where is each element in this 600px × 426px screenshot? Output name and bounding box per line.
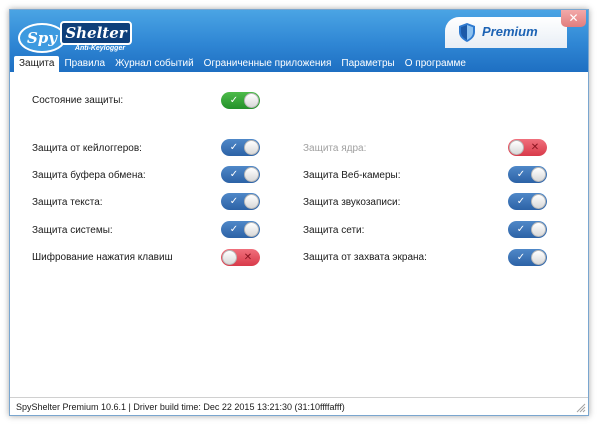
edition-label: Premium [482, 24, 538, 39]
main-window: Spy Shelter Anti-Keylogger Premium ✕ Защ… [9, 9, 589, 416]
screen-capture-protection-label: Защита от захвата экрана: [303, 252, 427, 263]
check-icon: ✓ [229, 142, 239, 153]
tab-bar: Защита Правила Журнал событий Ограниченн… [14, 56, 471, 72]
version-info: SpyShelter Premium 10.6.1 | Driver build… [16, 402, 345, 412]
toggle-knob [244, 222, 259, 237]
tab-about[interactable]: О программе [400, 56, 471, 72]
audio-protection-toggle[interactable]: ✓ [508, 193, 547, 210]
keylogger-protection-toggle[interactable]: ✓ [221, 139, 260, 156]
tab-protection[interactable]: Защита [14, 56, 60, 72]
screen-capture-protection-toggle[interactable]: ✓ [508, 249, 547, 266]
audio-protection-label: Защита звукозаписи: [303, 197, 401, 208]
logo-spy-text: Spy [18, 23, 66, 53]
text-protection-label: Защита текста: [32, 197, 103, 208]
check-icon: ✓ [516, 169, 526, 180]
toggle-knob [531, 194, 546, 209]
clipboard-protection-label: Защита буфера обмена: [32, 170, 146, 181]
tab-restricted-apps[interactable]: Ограниченные приложения [199, 56, 337, 72]
app-logo: Spy Shelter Anti-Keylogger [18, 21, 132, 55]
toggle-knob [244, 167, 259, 182]
system-protection-label: Защита системы: [32, 225, 113, 236]
cross-icon: ✕ [530, 142, 540, 153]
resize-grip-icon[interactable] [576, 403, 586, 413]
close-button[interactable]: ✕ [561, 10, 586, 27]
network-protection-toggle[interactable]: ✓ [508, 221, 547, 238]
status-bar: SpyShelter Premium 10.6.1 | Driver build… [10, 397, 588, 415]
check-icon: ✓ [229, 169, 239, 180]
check-icon: ✓ [516, 252, 526, 263]
keystroke-encryption-toggle[interactable]: ✕ [221, 249, 260, 266]
system-protection-toggle[interactable]: ✓ [221, 221, 260, 238]
text-protection-toggle[interactable]: ✓ [221, 193, 260, 210]
check-icon: ✓ [229, 95, 239, 106]
webcam-protection-label: Защита Веб-камеры: [303, 170, 401, 181]
toggle-knob [509, 140, 524, 155]
check-icon: ✓ [516, 196, 526, 207]
check-icon: ✓ [229, 224, 239, 235]
check-icon: ✓ [516, 224, 526, 235]
close-icon: ✕ [568, 11, 579, 25]
logo-shelter-text: Shelter [60, 21, 132, 45]
cross-icon: ✕ [243, 252, 253, 263]
network-protection-label: Защита сети: [303, 225, 365, 236]
toggle-knob [244, 93, 259, 108]
kernel-protection-toggle[interactable]: ✕ [508, 139, 547, 156]
clipboard-protection-toggle[interactable]: ✓ [221, 166, 260, 183]
toggle-knob [244, 140, 259, 155]
protection-status-toggle[interactable]: ✓ [221, 92, 260, 109]
tab-settings[interactable]: Параметры [336, 56, 399, 72]
toggle-knob [222, 250, 237, 265]
tab-event-log[interactable]: Журнал событий [110, 56, 199, 72]
keystroke-encryption-label: Шифрование нажатия клавиш [32, 252, 173, 263]
logo-subtitle: Anti-Keylogger [74, 45, 126, 52]
toggle-knob [531, 222, 546, 237]
check-icon: ✓ [229, 196, 239, 207]
tab-rules[interactable]: Правила [59, 56, 110, 72]
webcam-protection-toggle[interactable]: ✓ [508, 166, 547, 183]
toggle-knob [244, 194, 259, 209]
keylogger-protection-label: Защита от кейлоггеров: [32, 143, 142, 154]
kernel-protection-label: Защита ядра: [303, 143, 367, 154]
protection-status-label: Состояние защиты: [32, 95, 124, 106]
toggle-knob [531, 250, 546, 265]
shield-icon [459, 23, 475, 42]
title-bar[interactable]: Spy Shelter Anti-Keylogger Premium ✕ Защ… [10, 10, 588, 72]
premium-badge: Premium [445, 17, 567, 48]
toggle-knob [531, 167, 546, 182]
